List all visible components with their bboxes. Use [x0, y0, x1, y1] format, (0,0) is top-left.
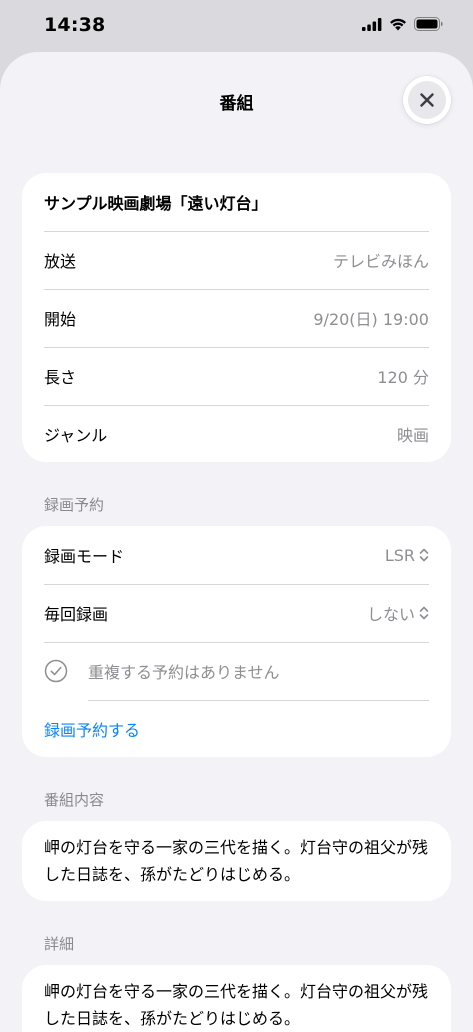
duration-row: 長さ 120 分 — [44, 347, 451, 405]
recording-section-header: 録画予約 — [44, 496, 105, 514]
program-title-row: サンプル映画劇場「遠い灯台」 — [44, 173, 451, 231]
genre-row: ジャンル 映画 — [44, 405, 451, 463]
recording-mode-value: LSR — [384, 545, 415, 565]
chevron-up-down-icon — [419, 548, 429, 562]
recording-mode-label: 録画モード — [44, 547, 125, 566]
sheet-title: 番組 — [219, 94, 254, 114]
repeat-recording-value: しない — [366, 605, 415, 624]
recording-mode-picker[interactable]: LSR — [385, 546, 429, 565]
recording-card: 録画モード LSR 毎回録画 しない 重複する予約はありません 録画予約する — [22, 526, 451, 757]
status-icons — [362, 17, 443, 31]
repeat-recording-label: 毎回録画 — [44, 605, 109, 624]
repeat-recording-row[interactable]: 毎回録画 しない — [44, 584, 451, 642]
repeat-recording-picker[interactable]: しない — [367, 601, 429, 625]
broadcast-value: テレビみほん — [332, 252, 429, 271]
close-icon — [420, 93, 434, 107]
duplicate-status-text: 重複する予約はありません — [88, 663, 280, 682]
duplicate-status-row: 重複する予約はありません — [44, 642, 451, 700]
details-card: 岬の灯台を守る一家の三代を描く。灯台守の祖父が残した日誌を、孫がたどりはじめる。 — [22, 965, 451, 1032]
program-info-card: サンプル映画劇場「遠い灯台」 放送 テレビみほん 開始 9/20(日) 19:0… — [22, 173, 451, 462]
duration-value: 120 分 — [377, 368, 429, 387]
chevron-up-down-icon — [419, 606, 429, 620]
content-section-header: 番組内容 — [44, 791, 105, 809]
checkmark-circle-icon — [44, 659, 68, 683]
broadcast-row: 放送 テレビみほん — [44, 231, 451, 289]
duration-label: 長さ — [44, 368, 77, 387]
wifi-icon — [390, 18, 406, 30]
content-card: 岬の灯台を守る一家の三代を描く。灯台守の祖父が残した日誌を、孫がたどりはじめる。 — [22, 821, 451, 901]
status-bar: 14:38 — [0, 0, 473, 54]
reserve-recording-button[interactable]: 録画予約する — [44, 717, 140, 741]
battery-icon — [414, 17, 443, 31]
recording-mode-row[interactable]: 録画モード LSR — [44, 526, 451, 584]
start-value: 9/20(日) 19:00 — [313, 310, 429, 329]
genre-label: ジャンル — [44, 426, 108, 445]
details-section-header: 詳細 — [44, 935, 75, 953]
close-button-inner — [408, 81, 446, 119]
content-text: 岬の灯台を守る一家の三代を描く。灯台守の祖父が残した日誌を、孫がたどりはじめる。 — [44, 838, 429, 884]
genre-value: 映画 — [396, 426, 429, 445]
program-title: サンプル映画劇場「遠い灯台」 — [44, 194, 268, 213]
divider — [88, 700, 429, 701]
start-row: 開始 9/20(日) 19:00 — [44, 289, 451, 347]
program-sheet: 番組 サンプル映画劇場「遠い灯台」 放送 テレビみほん 開始 9/20(日) 1… — [0, 52, 473, 1032]
start-label: 開始 — [44, 310, 77, 329]
broadcast-label: 放送 — [44, 252, 77, 271]
reserve-recording-row[interactable]: 録画予約する — [44, 700, 451, 758]
cellular-signal-icon — [362, 17, 382, 31]
status-time: 14:38 — [44, 14, 106, 36]
close-button[interactable] — [403, 76, 451, 124]
